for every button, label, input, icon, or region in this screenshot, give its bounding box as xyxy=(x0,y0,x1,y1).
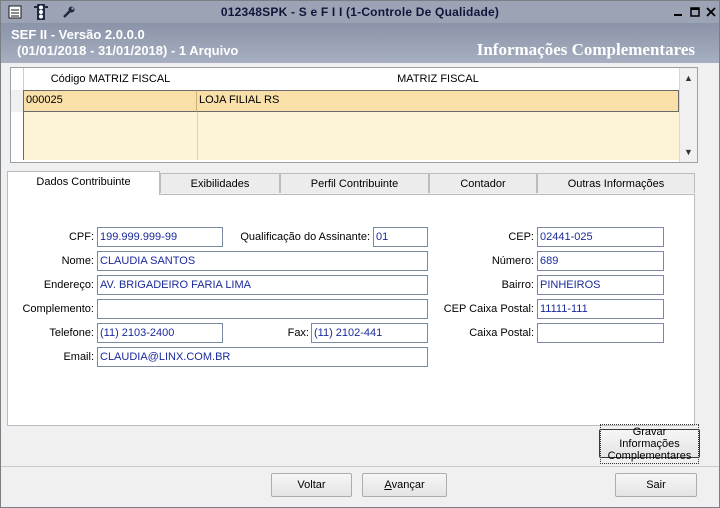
avancar-button[interactable]: Avançar xyxy=(362,473,447,497)
minimize-icon[interactable] xyxy=(671,5,685,19)
tab-perfil-contribuinte[interactable]: Perfil Contribuinte xyxy=(280,173,429,193)
grid-corner xyxy=(11,68,24,91)
scroll-up-icon[interactable]: ▲ xyxy=(680,70,697,86)
nome-label: Nome: xyxy=(61,255,94,267)
grid-cell-matriz[interactable]: LOJA FILIAL RS xyxy=(197,90,679,112)
tab-outras-informacoes[interactable]: Outras Informações xyxy=(537,173,695,193)
qualificacao-label: Qualificação do Assinante: xyxy=(240,231,370,243)
sair-button[interactable]: Sair xyxy=(615,473,697,497)
header-banner: SEF II - Versão 2.0.0.0 (01/01/2018 - 31… xyxy=(1,23,719,63)
fax-field[interactable]: (11) 2102-441 xyxy=(311,323,428,343)
avancar-mnemonic: A xyxy=(384,479,392,491)
caixa-postal-field[interactable] xyxy=(537,323,664,343)
section-title: Informações Complementares xyxy=(476,40,695,59)
column-header-matriz[interactable]: MATRIZ FISCAL xyxy=(197,68,680,91)
caixa-postal-label: Caixa Postal: xyxy=(469,327,534,339)
cep-caixa-postal-label: CEP Caixa Postal: xyxy=(443,303,534,315)
cpf-label: CPF: xyxy=(68,231,94,243)
footer-separator xyxy=(1,466,719,467)
email-label: Email: xyxy=(63,351,94,363)
cep-label: CEP: xyxy=(508,231,534,243)
numero-label: Número: xyxy=(491,255,534,267)
dados-contribuinte-panel: CPF: 199.999.999-99 Qualificação do Assi… xyxy=(7,194,695,426)
row-selector[interactable] xyxy=(11,90,24,112)
numero-field[interactable]: 689 xyxy=(537,251,664,271)
grid-scrollbar[interactable]: ▲ ▼ xyxy=(679,68,697,162)
grid-cell-codigo[interactable]: 000025 xyxy=(24,90,197,112)
tab-dados-contribuinte[interactable]: Dados Contribuinte xyxy=(7,171,160,195)
bairro-field[interactable]: PINHEIROS xyxy=(537,275,664,295)
column-header-codigo[interactable]: Código MATRIZ FISCAL xyxy=(24,68,198,91)
telefone-field[interactable]: (11) 2103-2400 xyxy=(97,323,223,343)
gravar-label-line2: Complementares xyxy=(607,449,692,462)
tab-contador[interactable]: Contador xyxy=(429,173,537,193)
complemento-label: Complemento: xyxy=(22,303,94,315)
matriz-fiscal-grid: Código MATRIZ FISCAL MATRIZ FISCAL 00002… xyxy=(10,67,698,163)
cep-field[interactable]: 02441-025 xyxy=(537,227,664,247)
bairro-label: Bairro: xyxy=(501,279,534,291)
period-info: (01/01/2018 - 31/01/2018) - 1 Arquivo xyxy=(17,43,239,58)
close-icon[interactable] xyxy=(704,5,718,19)
email-field[interactable]: CLAUDIA@LINX.COM.BR xyxy=(97,347,428,367)
endereco-label: Endereço: xyxy=(43,279,94,291)
avancar-label: vançar xyxy=(391,479,425,491)
nome-field[interactable]: CLAUDIA SANTOS xyxy=(97,251,428,271)
gravar-label-line1: Gravar Informações xyxy=(619,425,680,450)
fax-label: Fax: xyxy=(287,327,309,339)
tab-strip: Dados Contribuinte Exibilidades Perfil C… xyxy=(7,171,697,195)
cep-caixa-postal-field[interactable]: 11111-111 xyxy=(537,299,664,319)
gravar-label-box: Gravar Informações Complementares xyxy=(600,423,699,464)
maximize-icon[interactable] xyxy=(688,5,702,19)
tab-exibilidades[interactable]: Exibilidades xyxy=(160,173,280,193)
voltar-button[interactable]: Voltar xyxy=(271,473,352,497)
title-bar: 012348SPK - S e F I I (1-Controle De Qua… xyxy=(1,1,719,23)
app-version: SEF II - Versão 2.0.0.0 xyxy=(11,27,145,42)
grid-empty-cell xyxy=(24,112,198,160)
gravar-informacoes-button[interactable]: Gravar Informações Complementares xyxy=(599,423,700,464)
window-title: 012348SPK - S e F I I (1-Controle De Qua… xyxy=(220,5,500,19)
cpf-field[interactable]: 199.999.999-99 xyxy=(97,227,223,247)
endereco-field[interactable]: AV. BRIGADEIRO FARIA LIMA xyxy=(97,275,428,295)
row-selector-empty xyxy=(11,112,24,160)
telefone-label: Telefone: xyxy=(49,327,94,339)
scroll-down-icon[interactable]: ▼ xyxy=(680,144,697,160)
qualificacao-field[interactable]: 01 xyxy=(373,227,428,247)
complemento-field[interactable] xyxy=(97,299,428,319)
grid-empty-cell xyxy=(198,112,680,160)
app-window: 012348SPK - S e F I I (1-Controle De Qua… xyxy=(0,0,720,508)
